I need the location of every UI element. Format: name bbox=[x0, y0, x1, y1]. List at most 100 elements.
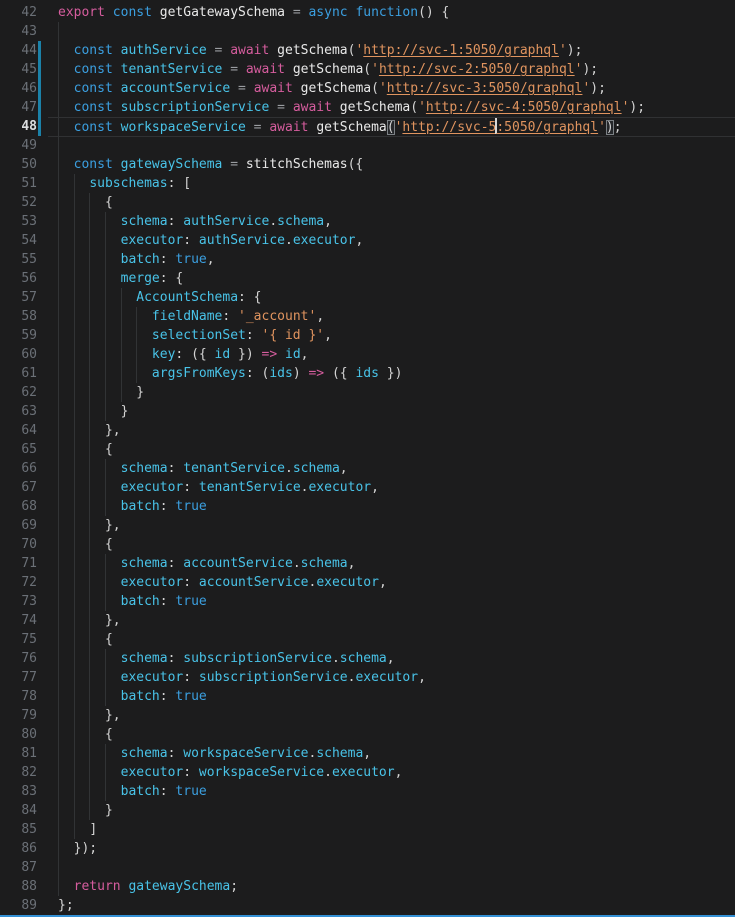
gutter[interactable]: 81 bbox=[0, 744, 58, 763]
code-content[interactable]: const workspaceService = await getSchema… bbox=[58, 117, 735, 136]
code-line-81[interactable]: 81 schema: workspaceService.schema, bbox=[0, 744, 735, 763]
line-number[interactable]: 68 bbox=[0, 497, 37, 516]
gutter[interactable]: 59 bbox=[0, 326, 58, 345]
code-line-80[interactable]: 80 { bbox=[0, 725, 735, 744]
code-line-77[interactable]: 77 executor: subscriptionService.executo… bbox=[0, 668, 735, 687]
code-line-76[interactable]: 76 schema: subscriptionService.schema, bbox=[0, 649, 735, 668]
code-line-53[interactable]: 53 schema: authService.schema, bbox=[0, 212, 735, 231]
code-content[interactable]: { bbox=[58, 535, 735, 554]
gutter[interactable]: 53 bbox=[0, 212, 58, 231]
gutter[interactable]: 61 bbox=[0, 364, 58, 383]
code-content[interactable]: schema: tenantService.schema, bbox=[58, 459, 735, 478]
line-number[interactable]: 75 bbox=[0, 630, 37, 649]
code-content[interactable] bbox=[58, 136, 735, 155]
line-number[interactable]: 48 bbox=[0, 117, 37, 136]
code-content[interactable]: batch: true bbox=[58, 782, 735, 801]
gutter[interactable]: 65 bbox=[0, 440, 58, 459]
code-line-52[interactable]: 52 { bbox=[0, 193, 735, 212]
code-line-71[interactable]: 71 schema: accountService.schema, bbox=[0, 554, 735, 573]
gutter[interactable]: 58 bbox=[0, 307, 58, 326]
gutter[interactable]: 49 bbox=[0, 136, 58, 155]
code-line-82[interactable]: 82 executor: workspaceService.executor, bbox=[0, 763, 735, 782]
line-number[interactable]: 59 bbox=[0, 326, 37, 345]
code-content[interactable]: executor: tenantService.executor, bbox=[58, 478, 735, 497]
line-number[interactable]: 81 bbox=[0, 744, 37, 763]
gutter[interactable]: 75 bbox=[0, 630, 58, 649]
code-content[interactable]: key: ({ id }) => id, bbox=[58, 345, 735, 364]
gutter[interactable]: 88 bbox=[0, 877, 58, 896]
code-content[interactable]: }, bbox=[58, 611, 735, 630]
code-content[interactable]: const subscriptionService = await getSch… bbox=[58, 98, 735, 117]
line-number[interactable]: 58 bbox=[0, 307, 37, 326]
code-line-57[interactable]: 57 AccountSchema: { bbox=[0, 288, 735, 307]
gutter[interactable]: 70 bbox=[0, 535, 58, 554]
line-number[interactable]: 67 bbox=[0, 478, 37, 497]
line-number[interactable]: 54 bbox=[0, 231, 37, 250]
line-number[interactable]: 53 bbox=[0, 212, 37, 231]
gutter[interactable]: 52 bbox=[0, 193, 58, 212]
gutter[interactable]: 78 bbox=[0, 687, 58, 706]
line-number[interactable]: 64 bbox=[0, 421, 37, 440]
line-number[interactable]: 65 bbox=[0, 440, 37, 459]
git-modified-indicator[interactable] bbox=[38, 41, 41, 60]
code-content[interactable] bbox=[58, 22, 735, 41]
code-content[interactable]: executor: authService.executor, bbox=[58, 231, 735, 250]
code-line-50[interactable]: 50 const gatewaySchema = stitchSchemas({ bbox=[0, 155, 735, 174]
line-number[interactable]: 72 bbox=[0, 573, 37, 592]
code-line-45[interactable]: 45 const tenantService = await getSchema… bbox=[0, 60, 735, 79]
code-line-44[interactable]: 44 const authService = await getSchema('… bbox=[0, 41, 735, 60]
line-number[interactable]: 63 bbox=[0, 402, 37, 421]
code-content[interactable]: } bbox=[58, 383, 735, 402]
gutter[interactable]: 74 bbox=[0, 611, 58, 630]
line-number[interactable]: 43 bbox=[0, 22, 37, 41]
code-line-87[interactable]: 87 bbox=[0, 858, 735, 877]
gutter[interactable]: 64 bbox=[0, 421, 58, 440]
gutter[interactable]: 73 bbox=[0, 592, 58, 611]
code-line-54[interactable]: 54 executor: authService.executor, bbox=[0, 231, 735, 250]
line-number[interactable]: 51 bbox=[0, 174, 37, 193]
code-content[interactable]: { bbox=[58, 193, 735, 212]
code-content[interactable]: } bbox=[58, 801, 735, 820]
line-number[interactable]: 60 bbox=[0, 345, 37, 364]
code-content[interactable]: const authService = await getSchema('htt… bbox=[58, 41, 735, 60]
line-number[interactable]: 61 bbox=[0, 364, 37, 383]
gutter[interactable]: 62 bbox=[0, 383, 58, 402]
code-line-43[interactable]: 43 bbox=[0, 22, 735, 41]
line-number[interactable]: 62 bbox=[0, 383, 37, 402]
code-content[interactable]: merge: { bbox=[58, 269, 735, 288]
line-number[interactable]: 42 bbox=[0, 3, 37, 22]
code-content[interactable]: }); bbox=[58, 839, 735, 858]
line-number[interactable]: 78 bbox=[0, 687, 37, 706]
line-number[interactable]: 50 bbox=[0, 155, 37, 174]
code-line-61[interactable]: 61 argsFromKeys: (ids) => ({ ids }) bbox=[0, 364, 735, 383]
gutter[interactable]: 80 bbox=[0, 725, 58, 744]
code-content[interactable]: ] bbox=[58, 820, 735, 839]
gutter[interactable]: 84 bbox=[0, 801, 58, 820]
gutter[interactable]: 43 bbox=[0, 22, 58, 41]
git-modified-indicator[interactable] bbox=[38, 117, 41, 136]
line-number[interactable]: 55 bbox=[0, 250, 37, 269]
code-line-64[interactable]: 64 }, bbox=[0, 421, 735, 440]
code-content[interactable]: executor: subscriptionService.executor, bbox=[58, 668, 735, 687]
line-number[interactable]: 85 bbox=[0, 820, 37, 839]
code-content[interactable]: batch: true bbox=[58, 687, 735, 706]
code-line-69[interactable]: 69 }, bbox=[0, 516, 735, 535]
line-number[interactable]: 80 bbox=[0, 725, 37, 744]
line-number[interactable]: 82 bbox=[0, 763, 37, 782]
code-content[interactable]: }; bbox=[58, 896, 735, 915]
code-line-56[interactable]: 56 merge: { bbox=[0, 269, 735, 288]
code-line-75[interactable]: 75 { bbox=[0, 630, 735, 649]
code-content[interactable]: const tenantService = await getSchema('h… bbox=[58, 60, 735, 79]
code-content[interactable]: selectionSet: '{ id }', bbox=[58, 326, 735, 345]
gutter[interactable]: 50 bbox=[0, 155, 58, 174]
line-number[interactable]: 83 bbox=[0, 782, 37, 801]
code-content[interactable]: { bbox=[58, 725, 735, 744]
code-line-74[interactable]: 74 }, bbox=[0, 611, 735, 630]
line-number[interactable]: 73 bbox=[0, 592, 37, 611]
gutter[interactable]: 44 bbox=[0, 41, 58, 60]
line-number[interactable]: 77 bbox=[0, 668, 37, 687]
line-number[interactable]: 70 bbox=[0, 535, 37, 554]
code-line-73[interactable]: 73 batch: true bbox=[0, 592, 735, 611]
code-line-47[interactable]: 47 const subscriptionService = await get… bbox=[0, 98, 735, 117]
gutter[interactable]: 57 bbox=[0, 288, 58, 307]
